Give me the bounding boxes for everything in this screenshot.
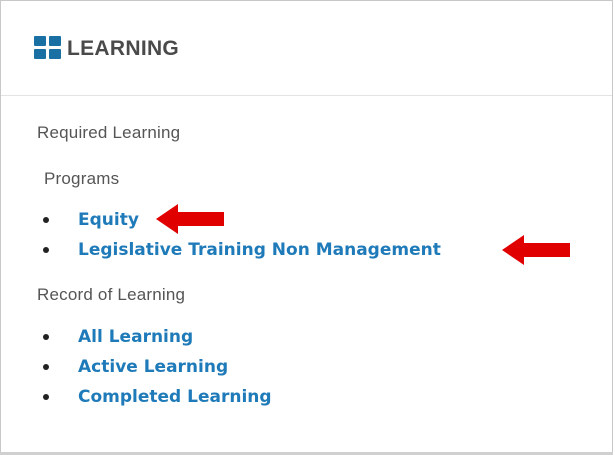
program-link-equity[interactable]: Equity <box>78 210 139 230</box>
bullet-icon <box>43 247 49 253</box>
list-item: Completed Learning <box>1 382 272 412</box>
bullet-icon <box>43 334 49 340</box>
red-arrow-icon <box>156 204 224 234</box>
learning-panel: LEARNING Required Learning Programs Equi… <box>0 0 613 453</box>
panel-header: LEARNING <box>1 1 612 96</box>
required-learning-label: Required Learning <box>37 123 181 142</box>
record-link-all-learning[interactable]: All Learning <box>78 327 193 347</box>
bullet-icon <box>43 394 49 400</box>
red-arrow-icon <box>502 235 570 265</box>
program-link-legislative-training[interactable]: Legislative Training Non Management <box>78 240 441 260</box>
grid-icon <box>34 36 61 59</box>
list-item: Legislative Training Non Management <box>1 235 441 265</box>
programs-label: Programs <box>44 169 120 188</box>
panel-title: LEARNING <box>67 37 180 60</box>
list-item: Active Learning <box>1 352 272 382</box>
record-list: All Learning Active Learning Completed L… <box>1 322 272 412</box>
bullet-icon <box>43 364 49 370</box>
list-item: All Learning <box>1 322 272 352</box>
record-of-learning-label: Record of Learning <box>37 285 186 304</box>
record-link-active-learning[interactable]: Active Learning <box>78 357 228 377</box>
bullet-icon <box>43 217 49 223</box>
record-link-completed-learning[interactable]: Completed Learning <box>78 387 272 407</box>
